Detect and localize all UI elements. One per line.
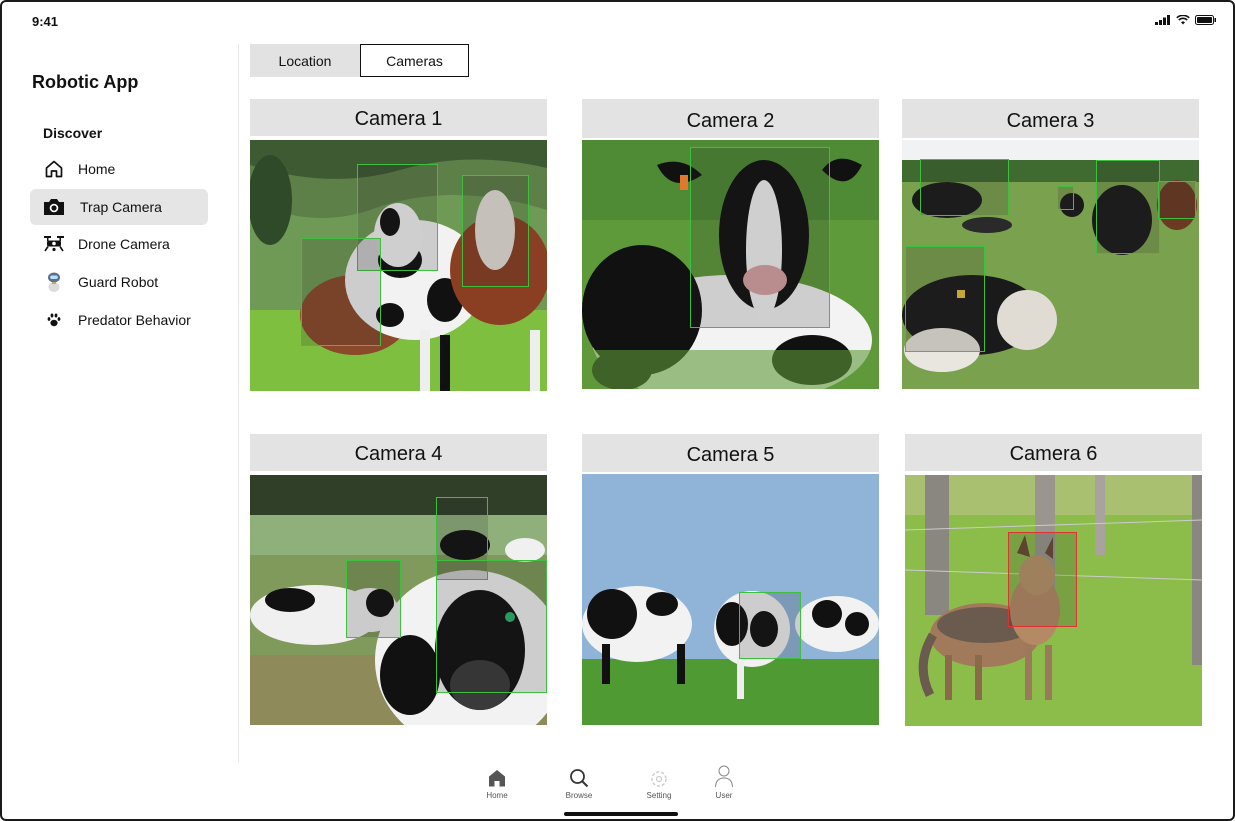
camera-feed-image[interactable] (250, 140, 547, 391)
sidebar-nav: Home Trap Camera Drone Camera Guard Robo… (30, 151, 208, 339)
camera-title: Camera 1 (250, 99, 547, 136)
predator-detection-box (1008, 532, 1077, 627)
camera-card[interactable]: Camera 2 (582, 99, 879, 389)
sidebar-item-guard-robot[interactable]: Guard Robot (30, 264, 208, 300)
bottom-tab-bar: Home Browse Setting User (472, 762, 772, 812)
detection-box (462, 175, 529, 287)
sidebar-item-label: Drone Camera (78, 236, 170, 253)
sidebar-item-label: Home (78, 161, 116, 177)
sidebar-item-label: Trap Camera (80, 198, 162, 215)
camera-title: Camera 5 (582, 434, 879, 472)
camera-feed-image[interactable] (905, 475, 1202, 726)
home-icon (42, 157, 66, 181)
wifi-icon (1176, 15, 1190, 25)
camera-title: Camera 4 (250, 434, 547, 471)
detection-box (1096, 160, 1160, 254)
camera-title: Camera 6 (905, 434, 1202, 471)
detection-box (920, 159, 1009, 216)
home-indicator (564, 812, 678, 816)
detection-box (346, 560, 401, 638)
detection-box (905, 246, 985, 352)
bottom-tab-setting[interactable]: Setting (637, 766, 681, 800)
sidebar-item-trap-camera[interactable]: Trap Camera (30, 188, 208, 225)
detection-box (1057, 186, 1074, 210)
app-title: Robotic App (32, 72, 139, 92)
gear-icon (637, 766, 681, 788)
search-icon (557, 766, 601, 788)
bottom-tab-home[interactable]: Home (475, 766, 519, 800)
home-icon (475, 766, 519, 788)
camera-icon (42, 195, 66, 219)
sidebar-section-label: Discover (43, 125, 103, 141)
battery-icon (1195, 15, 1216, 25)
camera-card[interactable]: Camera 1 (250, 99, 547, 391)
bottom-tab-label: Setting (646, 791, 672, 800)
sidebar-item-predator-behavior[interactable]: Predator Behavior (30, 302, 208, 338)
user-icon (702, 765, 746, 788)
signal-icon (1155, 15, 1170, 25)
camera-feed-image[interactable] (582, 140, 879, 389)
camera-card[interactable]: Camera 4 (250, 434, 547, 725)
robot-icon (42, 270, 66, 294)
camera-card[interactable]: Camera 6 (905, 434, 1202, 726)
camera-feed-image[interactable] (250, 475, 547, 725)
camera-title: Camera 2 (582, 99, 879, 138)
detection-box (690, 147, 830, 328)
sidebar-item-label: Predator Behavior (78, 311, 191, 328)
view-tabs: Location Cameras (250, 44, 469, 77)
status-time: 9:41 (32, 14, 59, 29)
tab-location[interactable]: Location (250, 44, 360, 77)
bottom-tab-user[interactable]: User (702, 765, 746, 800)
camera-card[interactable]: Camera 5 (582, 434, 879, 725)
detection-box (301, 238, 381, 346)
paw-icon (42, 308, 66, 332)
drone-icon (42, 232, 66, 256)
sidebar: Robotic App Discover Home Trap Camera Dr… (2, 44, 239, 762)
camera-feed-image[interactable] (582, 474, 879, 725)
bottom-tab-label: Browse (565, 791, 593, 800)
tab-cameras[interactable]: Cameras (360, 44, 469, 77)
bottom-tab-label: Home (486, 791, 508, 800)
camera-card[interactable]: Camera 3 (902, 99, 1199, 389)
sidebar-item-drone-camera[interactable]: Drone Camera (30, 226, 208, 262)
sidebar-item-home[interactable]: Home (30, 151, 208, 187)
detection-box (436, 560, 547, 693)
camera-feed-scene (582, 474, 879, 725)
bottom-tab-label: User (715, 791, 733, 800)
camera-feed-image[interactable] (902, 140, 1199, 389)
sidebar-item-label: Guard Robot (78, 274, 159, 291)
app-window: 9:41 Robotic App Discover Home Trap Came… (0, 0, 1235, 821)
camera-title: Camera 3 (902, 99, 1199, 138)
bottom-tab-browse[interactable]: Browse (557, 766, 601, 800)
detection-box (739, 592, 801, 659)
status-icons (1155, 15, 1217, 25)
detection-box (1158, 181, 1196, 219)
